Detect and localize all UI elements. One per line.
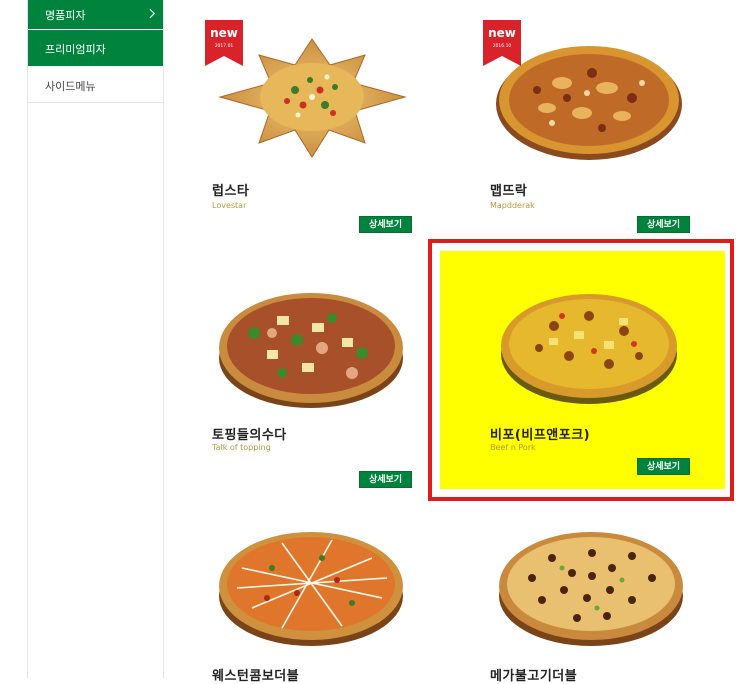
chevron-right-icon — [149, 8, 156, 19]
sidebar-item-label: 사이드메뉴 — [45, 80, 96, 93]
pizza-image-mega-bulgogi-double[interactable] — [492, 518, 690, 648]
pizza-image-western-combo-double[interactable] — [212, 518, 410, 648]
pizza-image-mapdderak[interactable] — [492, 38, 687, 163]
badge-date: 2016.10 — [493, 43, 512, 49]
view-detail-button[interactable]: 상세보기 — [637, 458, 690, 475]
new-badge-icon: new 2017.01 — [205, 20, 243, 66]
pizza-english-name: Talk of topping — [212, 443, 271, 452]
pizza-name[interactable]: 웨스턴콤보더블 — [212, 665, 299, 684]
pizza-image-beef-n-pork[interactable] — [494, 276, 684, 406]
badge-text: new — [488, 26, 516, 40]
pizza-name[interactable]: 메가불고기더블 — [490, 665, 577, 684]
pizza-name[interactable]: 비포(비프앤포크) — [490, 424, 590, 443]
sidebar-item-premium-pizza[interactable]: 프리미엄피자 — [28, 30, 163, 66]
view-detail-button[interactable]: 상세보기 — [359, 471, 412, 488]
category-sidebar: 명품피자 프리미엄피자 사이드메뉴 — [27, 0, 164, 678]
sidebar-item-label: 프리미엄피자 — [45, 43, 106, 56]
pizza-image-lovestar[interactable] — [215, 35, 410, 160]
pizza-english-name: Beef n Pork — [490, 443, 536, 452]
sidebar-item-label: 명품피자 — [45, 9, 86, 22]
badge-text: new — [210, 26, 238, 40]
pizza-name[interactable]: 토핑들의수다 — [212, 424, 287, 443]
pizza-image-talk-of-topping[interactable] — [212, 278, 410, 413]
pizza-name[interactable]: 럽스타 — [212, 180, 249, 199]
pizza-english-name: Lovestar — [212, 201, 247, 210]
view-detail-button[interactable]: 상세보기 — [637, 216, 690, 233]
sidebar-item-side-menu[interactable]: 사이드메뉴 — [28, 67, 163, 103]
badge-date: 2017.01 — [215, 43, 234, 49]
sidebar-item-luxury-pizza[interactable]: 명품피자 — [28, 0, 163, 29]
pizza-english-name: Mapdderak — [490, 201, 535, 210]
pizza-name[interactable]: 맵뜨락 — [490, 180, 527, 199]
view-detail-button[interactable]: 상세보기 — [359, 216, 412, 233]
new-badge-icon: new 2016.10 — [483, 20, 521, 66]
